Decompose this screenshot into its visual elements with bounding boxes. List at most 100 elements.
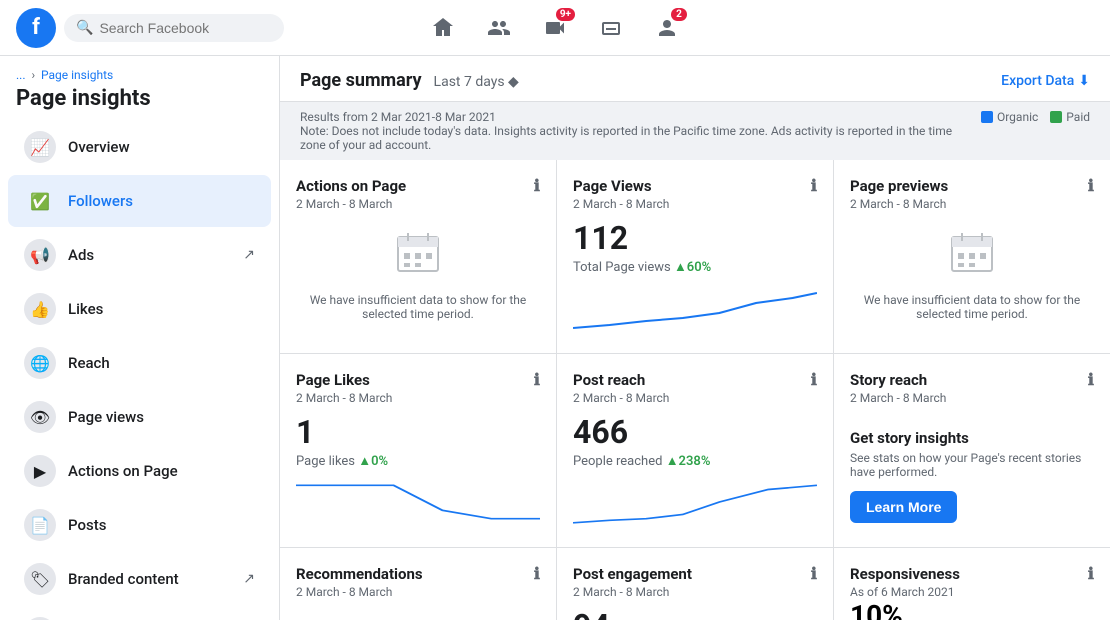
likes-icon: 👍 bbox=[24, 293, 56, 325]
sidebar-item-reach[interactable]: 🌐 Reach bbox=[8, 337, 271, 389]
card-title-responsiveness: Responsiveness ℹ bbox=[850, 564, 1094, 583]
card-title-pageviews: Page Views ℹ bbox=[573, 176, 817, 195]
actions-icon: ▶ bbox=[24, 455, 56, 487]
video-nav-button[interactable]: 9+ bbox=[531, 4, 579, 52]
card-change-pageviews: ▲60% bbox=[674, 259, 711, 275]
chart-reach bbox=[573, 477, 817, 531]
card-change-likes: ▲0% bbox=[358, 453, 388, 469]
sidebar-item-branded[interactable]: 🏷 Branded content ↗ bbox=[8, 553, 271, 605]
card-info-pageviews[interactable]: ℹ bbox=[811, 176, 817, 195]
no-data-previews: We have insufficient data to show for th… bbox=[850, 211, 1094, 337]
card-date-story: 2 March - 8 March bbox=[850, 391, 1094, 405]
card-sublabel-pageviews: Total Page views ▲60% bbox=[573, 259, 817, 275]
card-date-engagement: 2 March - 8 March bbox=[573, 585, 817, 599]
results-note-text: Results from 2 Mar 2021-8 Mar 2021 Note:… bbox=[300, 110, 961, 152]
card-info-actions[interactable]: ℹ bbox=[534, 176, 540, 195]
card-page-previews: Page previews ℹ 2 March - 8 March bbox=[834, 160, 1110, 353]
reach-icon: 🌐 bbox=[24, 347, 56, 379]
no-data-text-previews: We have insufficient data to show for th… bbox=[858, 293, 1086, 321]
sidebar-item-ads[interactable]: 📢 Ads ↗ bbox=[8, 229, 271, 281]
export-icon: ⬇ bbox=[1078, 73, 1090, 89]
no-data-text-actions: We have insufficient data to show for th… bbox=[304, 293, 532, 321]
sidebar: ... › Page insights Page insights 📈 Over… bbox=[0, 56, 280, 620]
home-nav-button[interactable] bbox=[419, 4, 467, 52]
sidebar-item-posts[interactable]: 📄 Posts bbox=[8, 499, 271, 551]
legend: Organic Paid bbox=[981, 110, 1090, 124]
card-date-likes: 2 March - 8 March bbox=[296, 391, 540, 405]
card-info-likes[interactable]: ℹ bbox=[534, 370, 540, 389]
cards-grid: Actions on Page ℹ 2 March - 8 March bbox=[280, 160, 1110, 620]
card-title-reach: Post reach ℹ bbox=[573, 370, 817, 389]
story-insights-title: Get story insights bbox=[850, 429, 1094, 447]
sidebar-item-actions[interactable]: ▶ Actions on Page bbox=[8, 445, 271, 497]
posts-icon: 📄 bbox=[24, 509, 56, 541]
summary-period[interactable]: Last 7 days ◆ bbox=[434, 74, 519, 90]
results-note: Results from 2 Mar 2021-8 Mar 2021 Note:… bbox=[280, 102, 1110, 160]
ads-external-icon: ↗ bbox=[243, 247, 255, 263]
card-info-previews[interactable]: ℹ bbox=[1088, 176, 1094, 195]
breadcrumb-parent[interactable]: ... bbox=[16, 68, 26, 82]
paid-dot bbox=[1050, 111, 1062, 123]
card-story-reach: Story reach ℹ 2 March - 8 March Get stor… bbox=[834, 354, 1110, 547]
card-title-recommendations: Recommendations ℹ bbox=[296, 564, 540, 583]
card-info-engagement[interactable]: ℹ bbox=[811, 564, 817, 583]
no-data-actions: We have insufficient data to show for th… bbox=[296, 211, 540, 337]
sidebar-item-label-branded: Branded content bbox=[68, 570, 179, 588]
search-icon: 🔍 bbox=[76, 20, 93, 36]
main-layout: ... › Page insights Page insights 📈 Over… bbox=[0, 56, 1110, 620]
learn-more-button[interactable]: Learn More bbox=[850, 491, 957, 523]
card-post-engagement: Post engagement ℹ 2 March - 8 March 94 P… bbox=[557, 548, 833, 620]
card-info-story[interactable]: ℹ bbox=[1088, 370, 1094, 389]
branded-icon: 🏷 bbox=[24, 563, 56, 595]
sidebar-item-pageviews[interactable]: 👁 Page views bbox=[8, 391, 271, 443]
card-info-responsiveness[interactable]: ℹ bbox=[1088, 564, 1094, 583]
sidebar-item-label-posts: Posts bbox=[68, 516, 106, 534]
video-badge: 9+ bbox=[556, 8, 575, 21]
story-insights-desc: See stats on how your Page's recent stor… bbox=[850, 451, 1094, 479]
card-change-reach: ▲238% bbox=[666, 453, 711, 469]
export-button[interactable]: Export Data ⬇ bbox=[1001, 73, 1090, 89]
card-post-reach: Post reach ℹ 2 March - 8 March 466 Peopl… bbox=[557, 354, 833, 547]
followers-icon: ✅ bbox=[24, 185, 56, 217]
sidebar-item-label-ads: Ads bbox=[68, 246, 94, 264]
calendar-icon-actions bbox=[394, 227, 442, 285]
response-rate-value: 10% bbox=[850, 599, 1094, 620]
card-title-likes: Page Likes ℹ bbox=[296, 370, 540, 389]
top-navigation: f 🔍 9+ 2 bbox=[0, 0, 1110, 56]
card-date-previews: 2 March - 8 March bbox=[850, 197, 1094, 211]
card-date-recommendations: 2 March - 8 March bbox=[296, 585, 540, 599]
sidebar-item-label-followers: Followers bbox=[68, 192, 133, 210]
facebook-logo[interactable]: f bbox=[16, 8, 56, 48]
sidebar-item-overview[interactable]: 📈 Overview bbox=[8, 121, 271, 173]
card-page-views: Page Views ℹ 2 March - 8 March 112 Total… bbox=[557, 160, 833, 353]
sidebar-item-label-likes: Likes bbox=[68, 300, 103, 318]
calendar-icon-recommendations bbox=[394, 615, 442, 620]
card-actions-on-page: Actions on Page ℹ 2 March - 8 March bbox=[280, 160, 556, 353]
friends-nav-button[interactable] bbox=[475, 4, 523, 52]
export-label: Export Data bbox=[1001, 73, 1074, 89]
no-data-recommendations: We have insufficient data to show for th… bbox=[296, 599, 540, 620]
topnav-center-icons: 9+ 2 bbox=[419, 4, 691, 52]
chart-pageviews bbox=[573, 283, 817, 337]
sidebar-item-events[interactable]: 📅 Events ↗ bbox=[8, 607, 271, 620]
people-requests-button[interactable]: 2 bbox=[643, 4, 691, 52]
organic-label: Organic bbox=[997, 110, 1038, 124]
people-badge: 2 bbox=[671, 8, 687, 21]
card-info-recommendations[interactable]: ℹ bbox=[534, 564, 540, 583]
card-info-reach[interactable]: ℹ bbox=[811, 370, 817, 389]
sidebar-item-likes[interactable]: 👍 Likes bbox=[8, 283, 271, 335]
card-value-pageviews: 112 bbox=[573, 219, 817, 257]
marketplace-nav-button[interactable] bbox=[587, 4, 635, 52]
sidebar-item-followers[interactable]: ✅ Followers bbox=[8, 175, 271, 227]
search-box[interactable]: 🔍 bbox=[64, 14, 284, 42]
pageviews-icon: 👁 bbox=[24, 401, 56, 433]
legend-organic: Organic bbox=[981, 110, 1038, 124]
search-input[interactable] bbox=[99, 20, 272, 36]
card-title-engagement: Post engagement ℹ bbox=[573, 564, 817, 583]
branded-external-icon: ↗ bbox=[243, 571, 255, 587]
card-recommendations: Recommendations ℹ 2 March - 8 March bbox=[280, 548, 556, 620]
legend-paid: Paid bbox=[1050, 110, 1090, 124]
card-title-story: Story reach ℹ bbox=[850, 370, 1094, 389]
overview-icon: 📈 bbox=[24, 131, 56, 163]
main-content: Page summary Last 7 days ◆ Export Data ⬇… bbox=[280, 56, 1110, 620]
